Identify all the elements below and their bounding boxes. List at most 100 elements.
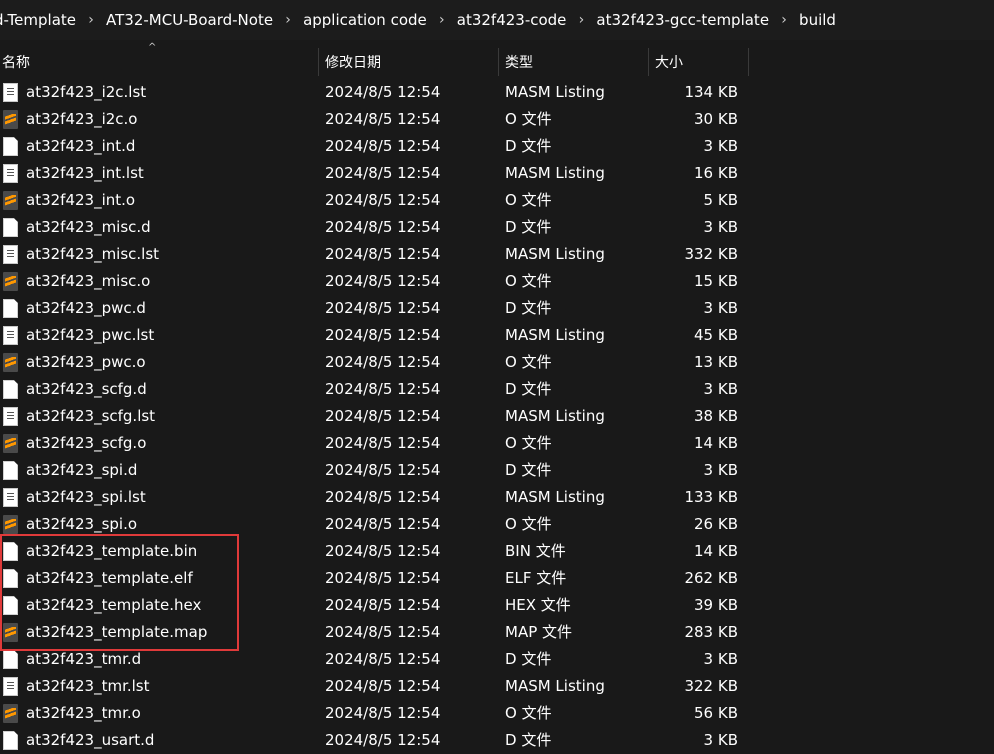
file-modified-date: 2024/8/5 12:54 xyxy=(325,380,441,398)
file-size: 3 KB xyxy=(703,461,738,479)
file-type: MASM Listing xyxy=(505,164,605,182)
file-row[interactable]: at32f423_tmr.o 2024/8/5 12:54 O 文件 56 KB xyxy=(0,700,760,727)
file-type: O 文件 xyxy=(505,191,552,209)
file-row[interactable]: at32f423_pwc.d 2024/8/5 12:54 D 文件 3 KB xyxy=(0,295,760,322)
file-type: MASM Listing xyxy=(505,245,605,263)
column-header-name[interactable]: 名称 ^ xyxy=(0,42,318,78)
file-type: D 文件 xyxy=(505,461,552,479)
blank-file-icon xyxy=(3,461,18,480)
file-type: D 文件 xyxy=(505,218,552,236)
sublime-text-file-icon xyxy=(3,434,18,453)
file-name: at32f423_i2c.lst xyxy=(26,83,147,101)
file-row[interactable]: at32f423_scfg.lst 2024/8/5 12:54 MASM List… xyxy=(0,403,760,430)
column-header-size[interactable]: 大小 xyxy=(653,46,748,78)
file-name: at32f423_scfg.d xyxy=(26,380,147,398)
listing-file-icon xyxy=(3,677,18,696)
file-type: D 文件 xyxy=(505,650,552,668)
file-type: O 文件 xyxy=(505,704,552,722)
file-modified-date: 2024/8/5 12:54 xyxy=(325,515,441,533)
file-type: ELF 文件 xyxy=(505,569,567,587)
breadcrumb-item[interactable]: at32f423-code › xyxy=(451,11,591,29)
listing-file-icon xyxy=(3,488,18,507)
column-divider[interactable] xyxy=(648,48,649,76)
column-divider[interactable] xyxy=(498,48,499,76)
blank-file-icon xyxy=(3,650,18,669)
sublime-text-file-icon xyxy=(3,191,18,210)
column-header-name-label: 名称 xyxy=(2,55,30,71)
file-name: at32f423_i2c.o xyxy=(26,110,138,128)
file-name: at32f423_spi.lst xyxy=(26,488,146,506)
sublime-text-file-icon xyxy=(3,704,18,723)
file-type: D 文件 xyxy=(505,731,552,749)
file-row[interactable]: at32f423_int.d 2024/8/5 12:54 D 文件 3 KB xyxy=(0,133,760,160)
file-type: MASM Listing xyxy=(505,326,605,344)
column-divider[interactable] xyxy=(748,48,749,76)
file-modified-date: 2024/8/5 12:54 xyxy=(325,191,441,209)
column-header: 名称 ^ 修改日期 类型 大小 xyxy=(0,42,994,78)
file-type: D 文件 xyxy=(505,137,552,155)
file-type: BIN 文件 xyxy=(505,542,566,560)
file-size: 5 KB xyxy=(703,191,738,209)
file-row[interactable]: at32f423_i2c.lst 2024/8/5 12:54 MASM Listi… xyxy=(0,79,760,106)
blank-file-icon xyxy=(3,731,18,750)
file-type: O 文件 xyxy=(505,353,552,371)
file-name: at32f423_misc.o xyxy=(26,272,151,290)
listing-file-icon xyxy=(3,245,18,264)
file-row[interactable]: at32f423_scfg.d 2024/8/5 12:54 D 文件 3 KB xyxy=(0,376,760,403)
chevron-right-icon[interactable]: › xyxy=(572,12,590,28)
listing-file-icon xyxy=(3,83,18,102)
file-name: at32f423_scfg.o xyxy=(26,434,147,452)
breadcrumb-item-label: AT32-MCU-Board-Note xyxy=(106,11,274,29)
breadcrumb-item[interactable]: AT32-MCU-Board-Note › xyxy=(100,11,297,29)
blank-file-icon xyxy=(3,380,18,399)
file-type: MASM Listing xyxy=(505,83,605,101)
file-row[interactable]: at32f423_int.o 2024/8/5 12:54 O 文件 5 KB xyxy=(0,187,760,214)
breadcrumb-item[interactable]: application code › xyxy=(297,11,451,29)
breadcrumb-item[interactable]: d-Template › xyxy=(0,11,100,29)
file-size: 14 KB xyxy=(694,434,738,452)
file-row[interactable]: at32f423_misc.d 2024/8/5 12:54 D 文件 3 KB xyxy=(0,214,760,241)
file-type: HEX 文件 xyxy=(505,596,571,614)
file-modified-date: 2024/8/5 12:54 xyxy=(325,569,441,587)
chevron-right-icon[interactable]: › xyxy=(433,12,451,28)
file-size: 3 KB xyxy=(703,218,738,236)
file-modified-date: 2024/8/5 12:54 xyxy=(325,623,441,641)
file-row[interactable]: at32f423_pwc.o 2024/8/5 12:54 O 文件 13 KB xyxy=(0,349,760,376)
file-size: 133 KB xyxy=(684,488,738,506)
file-size: 26 KB xyxy=(694,515,738,533)
blank-file-icon xyxy=(3,137,18,156)
file-modified-date: 2024/8/5 12:54 xyxy=(325,218,441,236)
file-row[interactable]: at32f423_int.lst 2024/8/5 12:54 MASM Listi… xyxy=(0,160,760,187)
file-row[interactable]: at32f423_scfg.o 2024/8/5 12:54 O 文件 14 KB xyxy=(0,430,760,457)
file-name: at32f423_misc.d xyxy=(26,218,151,236)
file-modified-date: 2024/8/5 12:54 xyxy=(325,731,441,749)
file-row[interactable]: at32f423_spi.d 2024/8/5 12:54 D 文件 3 KB xyxy=(0,457,760,484)
file-row[interactable]: at32f423_misc.lst 2024/8/5 12:54 MASM List… xyxy=(0,241,760,268)
file-modified-date: 2024/8/5 12:54 xyxy=(325,110,441,128)
file-row[interactable]: at32f423_i2c.o 2024/8/5 12:54 O 文件 30 KB xyxy=(0,106,760,133)
column-header-type[interactable]: 类型 xyxy=(503,46,648,78)
file-row[interactable]: at32f423_spi.lst 2024/8/5 12:54 MASM Listi… xyxy=(0,484,760,511)
file-row[interactable]: at32f423_misc.o 2024/8/5 12:54 O 文件 15 KB xyxy=(0,268,760,295)
file-row[interactable]: at32f423_tmr.lst 2024/8/5 12:54 MASM Listi… xyxy=(0,673,760,700)
file-modified-date: 2024/8/5 12:54 xyxy=(325,704,441,722)
file-size: 16 KB xyxy=(694,164,738,182)
file-type: D 文件 xyxy=(505,380,552,398)
file-row[interactable]: at32f423_pwc.lst 2024/8/5 12:54 MASM Listi… xyxy=(0,322,760,349)
breadcrumb-item[interactable]: at32f423-gcc-template › xyxy=(590,11,793,29)
breadcrumb-item[interactable]: build xyxy=(793,11,842,29)
file-size: 3 KB xyxy=(703,299,738,317)
listing-file-icon xyxy=(3,326,18,345)
column-header-date-label: 修改日期 xyxy=(325,55,381,71)
file-modified-date: 2024/8/5 12:54 xyxy=(325,650,441,668)
breadcrumb-item-label: application code xyxy=(303,11,427,29)
chevron-right-icon[interactable]: › xyxy=(775,12,793,28)
column-header-date[interactable]: 修改日期 xyxy=(323,46,498,78)
file-name: at32f423_pwc.d xyxy=(26,299,146,317)
blank-file-icon xyxy=(3,299,18,318)
column-header-size-label: 大小 xyxy=(655,55,683,71)
chevron-right-icon[interactable]: › xyxy=(279,12,297,28)
chevron-right-icon[interactable]: › xyxy=(82,12,100,28)
file-row[interactable]: at32f423_usart.d 2024/8/5 12:54 D 文件 3 KB xyxy=(0,727,760,754)
column-divider[interactable] xyxy=(318,48,319,76)
